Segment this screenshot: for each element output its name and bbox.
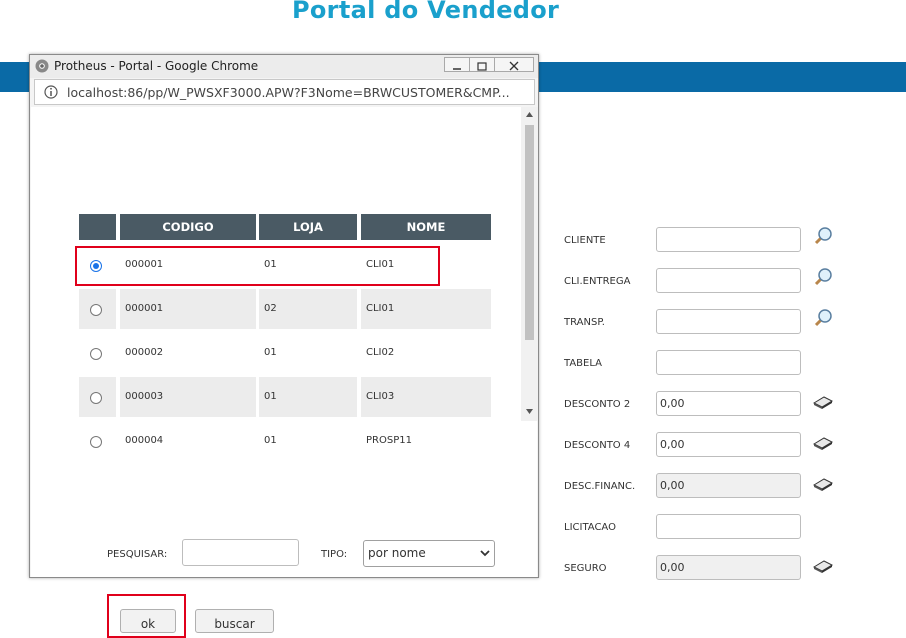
desconto2-label: DESCONTO 2 — [564, 399, 631, 410]
codigo-cell: 000003 — [120, 377, 256, 417]
row-radio[interactable] — [90, 304, 102, 316]
loja-cell: 01 — [259, 377, 357, 417]
info-icon[interactable] — [44, 85, 58, 99]
tipo-select[interactable]: por nome — [363, 540, 495, 567]
loja-cell: 01 — [264, 347, 277, 358]
scrollbar[interactable] — [521, 107, 538, 421]
window-titlebar[interactable]: Protheus - Portal - Google Chrome — [30, 55, 538, 78]
desconto4-label: DESCONTO 4 — [564, 440, 631, 451]
loja-cell: 01 — [264, 435, 277, 446]
close-icon — [509, 61, 519, 71]
selected-row-highlight — [75, 246, 440, 286]
table-header-loja: LOJA — [259, 214, 357, 240]
codigo-cell: 000004 — [125, 435, 164, 446]
nome-cell: CLI02 — [366, 347, 395, 358]
address-bar[interactable]: localhost:86/pp/W_PWSXF3000.APW?F3Nome=B… — [34, 79, 535, 105]
magnifier-icon[interactable] — [812, 266, 834, 288]
page-title: Portal do Vendedor — [292, 0, 560, 24]
row-radio[interactable] — [90, 348, 102, 360]
transp-label: TRANSP. — [564, 317, 605, 328]
scroll-up-icon[interactable] — [525, 111, 534, 119]
codigo-cell: 000002 — [125, 347, 164, 358]
buscar-button[interactable]: buscar — [195, 609, 274, 633]
row-radio[interactable] — [90, 392, 102, 404]
calculator-icon[interactable] — [812, 559, 834, 573]
licitacao-input[interactable] — [656, 514, 801, 539]
maximize-icon — [477, 62, 487, 71]
table-header-nome: NOME — [361, 214, 491, 240]
tipo-selected-value: por nome — [368, 546, 426, 560]
cli-entrega-label: CLI.ENTREGA — [564, 276, 631, 287]
licitacao-label: LICITACAO — [564, 522, 616, 533]
calculator-icon[interactable] — [812, 395, 834, 409]
cli-entrega-input[interactable] — [656, 268, 801, 293]
transp-input[interactable] — [656, 309, 801, 334]
codigo-cell: 000001 — [120, 289, 256, 329]
desc-financ-label: DESC.FINANC. — [564, 481, 636, 492]
tipo-label: TIPO: — [321, 549, 348, 560]
minimize-icon — [453, 68, 461, 70]
scroll-thumb[interactable] — [525, 125, 534, 340]
nome-cell: CLI03 — [361, 377, 491, 417]
search-input[interactable] — [182, 539, 299, 566]
calculator-icon[interactable] — [812, 436, 834, 450]
lookup-popup-window: Protheus - Portal - Google Chrome localh… — [29, 54, 539, 638]
close-button[interactable] — [494, 57, 534, 72]
loja-cell: 02 — [259, 289, 357, 329]
cliente-label: CLIENTE — [564, 235, 606, 246]
window-title: Protheus - Portal - Google Chrome — [54, 59, 259, 73]
tabela-input[interactable] — [656, 350, 801, 375]
magnifier-icon[interactable] — [812, 225, 834, 247]
chrome-icon — [35, 59, 49, 73]
table-header-select — [79, 214, 116, 240]
row-radio[interactable] — [90, 436, 102, 448]
popup-content: CODIGO LOJA NOME 000001 01 CLI01 000001 … — [31, 107, 538, 638]
minimize-button[interactable] — [444, 57, 470, 72]
maximize-button[interactable] — [469, 57, 495, 72]
tabela-label: TABELA — [564, 358, 602, 369]
scroll-down-icon[interactable] — [525, 407, 534, 415]
desconto2-input[interactable]: 0,00 — [656, 391, 801, 416]
desconto4-input[interactable]: 0,00 — [656, 432, 801, 457]
seguro-label: SEGURO — [564, 563, 607, 574]
search-label: PESQUISAR: — [107, 549, 168, 560]
nome-cell: CLI01 — [361, 289, 491, 329]
magnifier-icon[interactable] — [812, 307, 834, 329]
seguro-input[interactable]: 0,00 — [656, 555, 801, 580]
chevron-down-icon — [480, 550, 490, 557]
table-header-codigo: CODIGO — [120, 214, 256, 240]
calculator-icon[interactable] — [812, 477, 834, 491]
ok-button-highlight — [107, 594, 186, 638]
desc-financ-input[interactable]: 0,00 — [656, 473, 801, 498]
cliente-input[interactable] — [656, 227, 801, 252]
url-text: localhost:86/pp/W_PWSXF3000.APW?F3Nome=B… — [67, 85, 510, 100]
nome-cell: PROSP11 — [366, 435, 412, 446]
